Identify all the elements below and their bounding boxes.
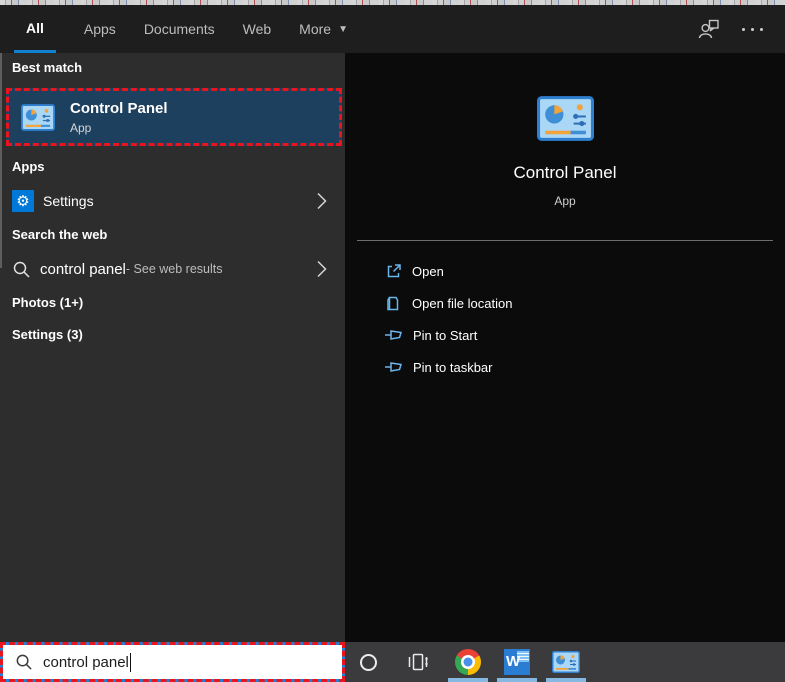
folder-icon (385, 295, 402, 312)
chevron-right-icon (317, 193, 327, 210)
result-web-search[interactable]: control panel - See web results (0, 252, 345, 286)
panel-edge-highlight (0, 53, 2, 268)
action-open[interactable]: Open (345, 255, 785, 287)
action-open-file-location[interactable]: Open file location (345, 287, 785, 319)
active-app-indicator (546, 678, 586, 682)
control-panel-icon-large (345, 96, 785, 141)
chevron-right-icon (317, 261, 327, 278)
active-app-indicator (448, 678, 488, 682)
search-icon (15, 653, 33, 671)
results-panel: Best match Control Panel App Apps ⚙ Sett… (0, 53, 345, 642)
control-panel-taskbar-icon[interactable] (550, 642, 582, 682)
context-actions: Open Open file location Pin to Start (345, 255, 785, 383)
filter-tabs: All Apps Documents Web More ▼ (0, 5, 348, 53)
chevron-down-icon: ▼ (338, 24, 348, 35)
tab-more[interactable]: More ▼ (299, 5, 348, 53)
search-icon (12, 260, 31, 279)
result-settings[interactable]: ⚙ Settings (0, 184, 345, 218)
word-icon[interactable]: W (503, 642, 531, 682)
preview-title: Control Panel (345, 163, 785, 183)
best-match-header: Best match (12, 60, 82, 75)
active-app-indicator (497, 678, 537, 682)
search-filter-bar: All Apps Documents Web More ▼ (0, 5, 785, 53)
feedback-icon[interactable] (698, 19, 720, 39)
action-pin-to-start[interactable]: Pin to Start (345, 319, 785, 351)
cortana-icon[interactable] (354, 642, 382, 682)
divider (357, 240, 773, 241)
best-match-result-control-panel[interactable]: Control Panel App (6, 88, 342, 146)
taskbar: control panel W (0, 642, 785, 682)
tab-apps[interactable]: Apps (84, 5, 116, 53)
preview-subtitle: App (345, 194, 785, 208)
chrome-icon[interactable] (454, 642, 482, 682)
windows-search-overlay: All Apps Documents Web More ▼ (0, 0, 785, 682)
tab-all[interactable]: All (14, 5, 56, 53)
section-photos[interactable]: Photos (1+) (12, 295, 83, 310)
section-settings-count[interactable]: Settings (3) (12, 327, 83, 342)
apps-header: Apps (12, 159, 45, 174)
result-subtitle: App (70, 121, 168, 135)
result-title: Control Panel (70, 99, 168, 118)
open-icon (385, 263, 402, 280)
settings-gear-icon: ⚙ (12, 190, 34, 212)
preview-panel: Control Panel App Open Open file locatio… (345, 53, 785, 642)
action-pin-to-taskbar[interactable]: Pin to taskbar (345, 351, 785, 383)
topbar-actions (698, 5, 785, 53)
control-panel-icon (21, 104, 55, 131)
tab-documents[interactable]: Documents (144, 5, 215, 53)
search-web-header: Search the web (12, 227, 107, 242)
task-view-icon[interactable] (404, 642, 432, 682)
pin-icon (385, 327, 403, 343)
taskbar-search-input[interactable]: control panel (0, 642, 345, 682)
text-caret (130, 653, 132, 672)
pin-icon (385, 359, 403, 375)
tab-web[interactable]: Web (243, 5, 272, 53)
ellipsis-menu-icon[interactable] (742, 28, 763, 31)
search-results-area: Best match Control Panel App Apps ⚙ Sett… (0, 53, 785, 642)
search-input-value: control panel (43, 654, 129, 671)
